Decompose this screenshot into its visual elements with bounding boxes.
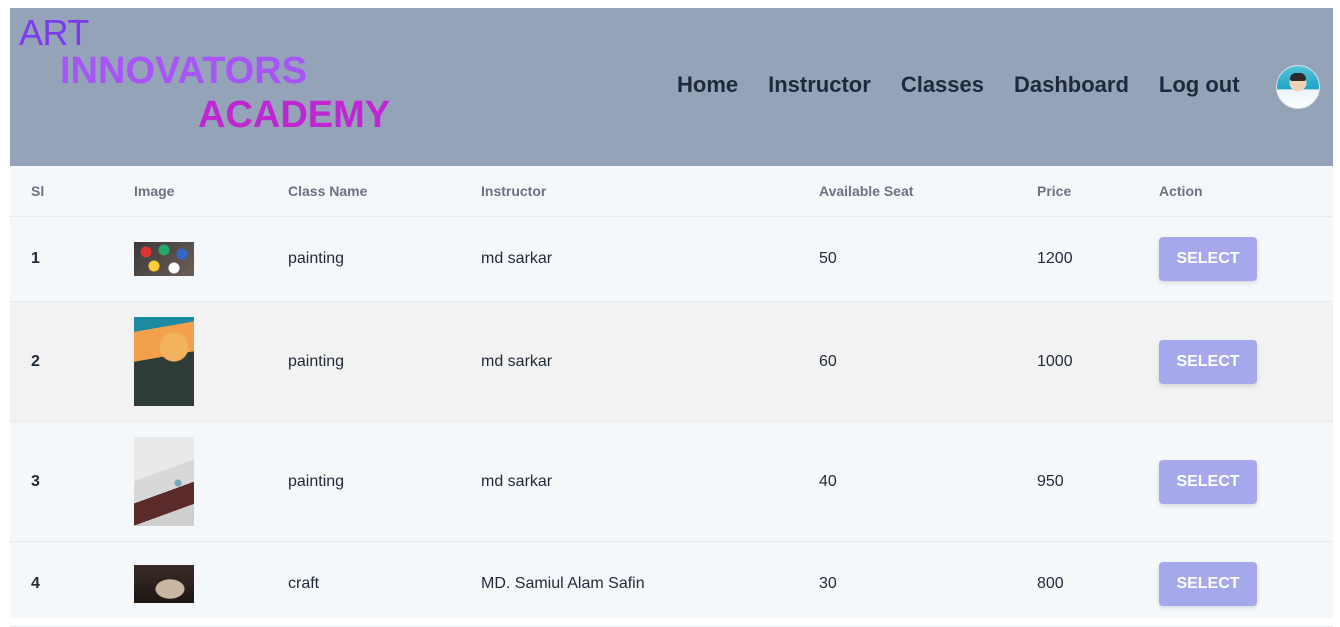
select-button[interactable]: SELECT — [1159, 237, 1257, 281]
row-class-name: painting — [288, 216, 481, 302]
logo-line-art: ART — [19, 12, 89, 53]
row-available-seat: 40 — [819, 421, 1037, 542]
main-nav: Home Instructor Classes Dashboard Log ou… — [665, 72, 1270, 98]
logo-line-innovators: INNOVATORS — [60, 50, 308, 92]
class-thumbnail-image — [134, 242, 194, 276]
row-class-name: craft — [288, 541, 481, 627]
column-header-price: Price — [1037, 166, 1159, 217]
column-header-action: Action — [1159, 166, 1333, 217]
row-sl: 3 — [10, 421, 134, 542]
nav-home-link[interactable]: Home — [677, 72, 750, 98]
row-price: 950 — [1037, 421, 1159, 542]
row-price: 800 — [1037, 541, 1159, 627]
class-thumbnail-image — [134, 317, 194, 406]
row-image-cell — [134, 301, 288, 422]
row-instructor: md sarkar — [481, 421, 819, 542]
row-action-cell: SELECT — [1159, 216, 1333, 302]
row-available-seat: 60 — [819, 301, 1037, 422]
row-instructor: MD. Samiul Alam Safin — [481, 541, 819, 627]
row-price: 1000 — [1037, 301, 1159, 422]
class-thumbnail-image — [134, 437, 194, 526]
table-header-row: Sl Image Class Name Instructor Available… — [10, 166, 1333, 217]
row-action-cell: SELECT — [1159, 421, 1333, 542]
column-header-class-name: Class Name — [288, 166, 481, 217]
row-image-cell — [134, 541, 288, 627]
column-header-image: Image — [134, 166, 288, 217]
logo-line-academy: ACADEMY — [198, 94, 391, 136]
column-header-sl: Sl — [10, 166, 134, 217]
row-sl: 1 — [10, 216, 134, 302]
row-class-name: painting — [288, 301, 481, 422]
row-image-cell — [134, 421, 288, 542]
row-sl: 4 — [10, 541, 134, 627]
column-header-available-seat: Available Seat — [819, 166, 1037, 217]
table-row: 1 painting md sarkar 50 1200 SELECT — [10, 216, 1333, 302]
nav-dashboard-link[interactable]: Dashboard — [1014, 72, 1141, 98]
avatar-hair — [1290, 73, 1306, 81]
table-row: 3 painting md sarkar 40 950 SELECT — [10, 421, 1333, 542]
row-sl: 2 — [10, 301, 134, 422]
row-available-seat: 50 — [819, 216, 1037, 302]
select-button[interactable]: SELECT — [1159, 562, 1257, 606]
row-instructor: md sarkar — [481, 216, 819, 302]
row-price: 1200 — [1037, 216, 1159, 302]
row-action-cell: SELECT — [1159, 301, 1333, 422]
site-logo[interactable]: ART INNOVATORS ACADEMY — [10, 8, 410, 166]
table-row: 2 painting md sarkar 60 1000 SELECT — [10, 301, 1333, 422]
select-button[interactable]: SELECT — [1159, 459, 1257, 504]
user-avatar-icon[interactable] — [1276, 65, 1320, 109]
nav-instructor-link[interactable]: Instructor — [768, 72, 883, 98]
classes-table-container: Sl Image Class Name Instructor Available… — [10, 166, 1333, 627]
select-button[interactable]: SELECT — [1159, 339, 1257, 384]
column-header-instructor: Instructor — [481, 166, 819, 217]
table-row: 4 craft MD. Samiul Alam Safin 30 800 SEL… — [10, 541, 1333, 627]
nav-classes-link[interactable]: Classes — [901, 72, 996, 98]
classes-table: Sl Image Class Name Instructor Available… — [10, 166, 1333, 627]
row-available-seat: 30 — [819, 541, 1037, 627]
row-image-cell — [134, 216, 288, 302]
class-thumbnail-image — [134, 565, 194, 603]
row-action-cell: SELECT — [1159, 541, 1333, 627]
navbar: ART INNOVATORS ACADEMY Home Instructor C… — [10, 8, 1333, 166]
row-instructor: md sarkar — [481, 301, 819, 422]
row-class-name: painting — [288, 421, 481, 542]
nav-logout-link[interactable]: Log out — [1159, 72, 1252, 98]
